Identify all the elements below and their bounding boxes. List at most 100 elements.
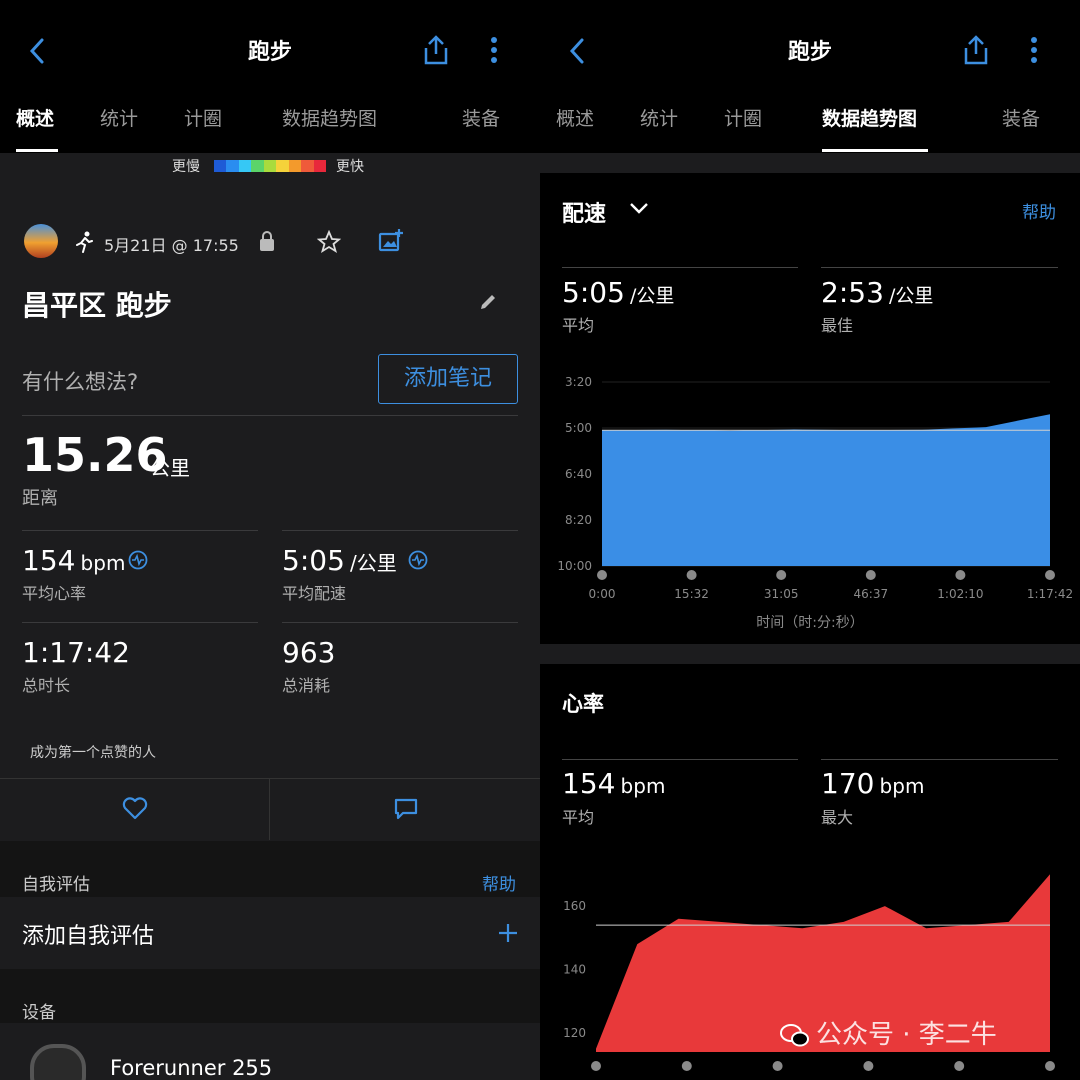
self-eval-title: 自我评估 [22,875,90,895]
edit-pencil-icon[interactable] [478,292,498,312]
tab-laps[interactable]: 计圈 [184,104,222,131]
hr-section-title: 心率 [562,692,604,716]
tab-laps[interactable]: 计圈 [724,104,762,131]
tab-charts[interactable]: 数据趋势图 [282,104,377,131]
stat-unit: bpm [80,551,126,575]
stat-label: 平均配速 [282,584,347,603]
x-tick-label: 0:00 [589,587,616,601]
avatar[interactable] [24,224,58,258]
x-tick-dot [954,1061,965,1071]
stat-calories-label: 总消耗 [282,676,331,695]
pace-avg-value: 5:05 [562,276,625,309]
y-tick-label: 160 [563,899,586,913]
y-tick-label: 5:00 [565,421,592,435]
x-tick-label: 15:32 [674,587,709,601]
heart-rate-info-icon[interactable] [128,550,148,570]
plus-icon[interactable] [497,922,519,944]
x-tick-dot [776,570,787,580]
y-tick-label: 10:00 [557,559,592,573]
share-icon[interactable] [422,34,450,66]
pace-help-link[interactable]: 帮助 [1022,198,1056,223]
x-tick-label: 1:17:42 [1027,587,1073,601]
legend-swatch [214,160,227,172]
x-tick-dot [1045,1061,1055,1071]
more-options-icon[interactable] [490,36,498,64]
x-tick-dot [865,570,876,580]
likes-text: 成为第一个点赞的人 [30,745,156,761]
device-title: 设备 [22,1003,56,1023]
pace-chart[interactable]: 3:20 5:00 6:40 8:20 10:00 0:00 15:32 31:05 46:37… [540,360,1080,610]
y-tick-label: 140 [563,963,586,977]
tab-overview[interactable]: 概述 [556,104,594,131]
pace-avg: 5:05 /公里 [562,276,674,309]
pace-avg-label: 平均 [562,316,595,335]
spacer [540,644,1080,664]
tab-overview[interactable]: 概述 [16,104,54,131]
legend-slow: 更慢 [172,159,200,175]
stat-value: 5:05 [282,544,345,577]
stat-unit: /公里 [349,551,397,575]
tab-stats[interactable]: 统计 [640,104,678,131]
star-icon[interactable] [317,230,341,254]
tab-charts[interactable]: 数据趋势图 [822,104,917,131]
x-tick-label: 1:02:10 [937,587,983,601]
device-name: Forerunner 255 [110,1056,273,1080]
comment-icon[interactable] [393,797,419,821]
divider [269,778,270,840]
legend-swatch [226,160,239,172]
active-tab-indicator [16,149,58,152]
hr-avg-value: 154 [562,767,616,800]
legend-swatch [276,160,289,172]
action-bar [0,778,540,842]
distance-value: 15.26 [22,428,168,482]
watermark-text: 公众号 · 李二牛 [816,1020,997,1050]
tab-gear[interactable]: 装备 [1002,104,1040,131]
y-tick-label: 3:20 [565,375,592,389]
tab-gear[interactable]: 装备 [462,104,500,131]
divider [821,759,1058,760]
add-photo-icon[interactable] [378,228,404,254]
hr-max-label: 最大 [821,808,854,827]
pace-avg-unit: /公里 [629,285,675,307]
spacer [540,153,1080,173]
legend-swatch [251,160,264,172]
hr-avg-label: 平均 [562,808,595,827]
pace-best: 2:53 /公里 [821,276,933,309]
stat-calories-value: 963 [282,636,336,669]
y-tick-label: 120 [563,1026,586,1040]
lock-icon[interactable] [258,230,276,252]
stat-duration-value: 1:17:42 [22,636,130,669]
y-tick-label: 8:20 [565,513,592,527]
x-tick-dot [681,1061,692,1071]
pace-info-icon[interactable] [408,550,428,570]
self-eval-help-link[interactable]: 帮助 [482,870,516,895]
chevron-down-icon[interactable] [628,200,650,216]
distance-label: 距离 [22,488,58,509]
x-tick-label: 46:37 [854,587,889,601]
legend-swatch [301,160,314,172]
x-tick-dot [863,1061,874,1071]
hr-avg-unit: bpm [620,774,666,798]
pace-color-legend [214,160,326,172]
pace-best-label: 最佳 [821,316,854,335]
top-bar: 跑步 概述 统计 计圈 数据趋势图 装备 [540,0,1080,153]
watermark: 公众号 · 李二牛 [780,1014,997,1051]
y-tick-label: 6:40 [565,467,592,481]
stat-label: 平均心率 [22,584,87,603]
hr-max-value: 170 [821,767,875,800]
pace-area [602,414,1050,566]
pace-best-value: 2:53 [821,276,884,309]
stat-avg-hr: 154 bpm [22,544,125,577]
divider [821,267,1058,268]
like-heart-icon[interactable] [122,797,148,821]
top-bar: 跑步 概述 统计 计圈 数据趋势图 装备 [0,0,540,153]
divider [562,759,798,760]
divider [562,267,798,268]
more-options-icon[interactable] [1030,36,1038,64]
page-title: 跑步 [247,40,292,65]
tab-stats[interactable]: 统计 [100,104,138,131]
legend-swatch [263,160,277,172]
share-icon[interactable] [962,34,990,66]
add-note-button[interactable]: 添加笔记 [378,354,518,404]
x-tick-dot [955,570,966,580]
